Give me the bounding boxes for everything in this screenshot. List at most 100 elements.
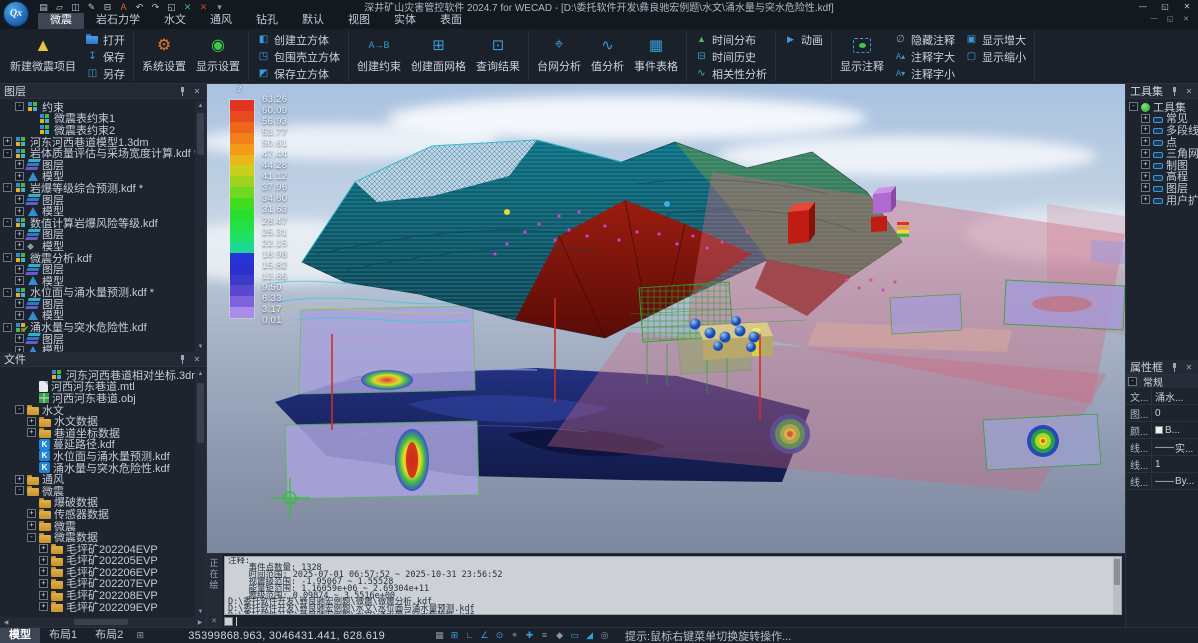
expand-toggle-icon[interactable]: - <box>3 288 12 297</box>
expand-toggle-icon[interactable]: + <box>1141 172 1150 181</box>
expand-toggle-icon[interactable]: + <box>15 172 24 181</box>
ribbon-button-保存[interactable]: ↧保存 <box>81 48 130 65</box>
expand-toggle-icon[interactable]: + <box>39 567 48 576</box>
expand-toggle-icon[interactable]: + <box>27 417 36 426</box>
property-row[interactable]: 颜...B... <box>1126 422 1198 439</box>
expand-toggle-icon[interactable]: + <box>1141 195 1150 204</box>
ribbon-button-系统设置[interactable]: ⚙系统设置 <box>137 31 191 76</box>
osnap-icon[interactable]: ⊙ <box>493 630 506 641</box>
property-value[interactable]: ——By... <box>1152 476 1198 487</box>
tree-item[interactable]: -水位面与涌水量预测.kdf * <box>0 287 206 299</box>
expand-toggle-icon[interactable]: + <box>1141 137 1150 146</box>
scroll-down-icon[interactable]: ▼ <box>195 342 206 352</box>
ribbon-button-创建面网格[interactable]: ⊞创建面网格 <box>406 31 471 76</box>
redo-icon[interactable]: ↷ <box>148 1 163 13</box>
layers-scrollbar[interactable]: ▲ ▼ <box>195 101 206 352</box>
section-plane-lower[interactable] <box>285 421 479 499</box>
tree-item[interactable]: +传感器数据 <box>0 508 206 520</box>
tree-item[interactable]: -微震 <box>0 485 206 497</box>
expand-toggle-icon[interactable]: + <box>39 579 48 588</box>
layout-tab-布局2[interactable]: 布局2 <box>86 628 132 643</box>
expand-toggle-icon[interactable]: - <box>1129 102 1138 111</box>
ribbon-button-注释字大[interactable]: A▴注释字大 <box>889 48 960 65</box>
expand-toggle-icon[interactable]: - <box>3 149 12 158</box>
ribbon-button-时间分布[interactable]: ▲时间分布 <box>690 31 772 48</box>
new-layout-icon[interactable]: ⊞ <box>132 630 148 641</box>
files-horizontal-scrollbar[interactable]: ◀ ▶ <box>0 617 206 627</box>
expand-toggle-icon[interactable]: + <box>27 428 36 437</box>
expand-toggle-icon[interactable]: + <box>15 195 24 204</box>
new-file-icon[interactable]: ▤ <box>36 1 51 13</box>
tree-item[interactable]: +模型 <box>0 344 206 352</box>
scroll-right-icon[interactable]: ▶ <box>194 619 206 626</box>
pin-icon[interactable] <box>178 355 187 364</box>
minimize-icon[interactable]: — <box>1132 0 1154 13</box>
doc-restore-icon[interactable]: ◱ <box>1162 15 1178 23</box>
command-scrollbar[interactable] <box>1113 557 1121 614</box>
close-teal-icon[interactable]: ✕ <box>180 1 195 13</box>
model-paper-icon[interactable]: ▦ <box>433 630 446 641</box>
expand-toggle-icon[interactable]: - <box>15 102 24 111</box>
expand-toggle-icon[interactable]: - <box>3 253 12 262</box>
tree-item[interactable]: +毛坪矿202209EVP <box>0 601 206 613</box>
expand-toggle-icon[interactable]: + <box>15 475 24 484</box>
expand-toggle-icon[interactable]: + <box>1141 160 1150 169</box>
doc-minimize-icon[interactable]: — <box>1146 15 1162 23</box>
close-icon[interactable]: ✕ <box>192 355 202 364</box>
property-row[interactable]: 线...1 <box>1126 456 1198 473</box>
toolbar-more-icon[interactable]: ▾ <box>212 1 227 13</box>
ribbon-button-查询结果[interactable]: ⊡查询结果 <box>471 31 525 76</box>
property-value[interactable]: 涌水... <box>1152 389 1198 404</box>
ribbon-button-另存[interactable]: ◫另存 <box>81 65 130 82</box>
expand-toggle-icon[interactable]: - <box>15 486 24 495</box>
layout-tab-布局1[interactable]: 布局1 <box>40 628 86 643</box>
expand-toggle-icon[interactable]: + <box>15 207 24 216</box>
undo-icon[interactable]: ↶ <box>132 1 147 13</box>
expand-toggle-icon[interactable]: + <box>3 137 12 146</box>
tree-item[interactable]: -岩爆等级综合预测.kdf * <box>0 182 206 194</box>
property-value[interactable]: 0 <box>1152 408 1198 419</box>
expand-toggle-icon[interactable]: + <box>39 602 48 611</box>
expand-toggle-icon[interactable]: + <box>15 230 24 239</box>
command-input[interactable] <box>224 615 1122 627</box>
section-plane-upper[interactable] <box>299 306 475 394</box>
pin-icon[interactable] <box>1170 363 1179 372</box>
group-collapse-icon[interactable]: - <box>1128 377 1137 386</box>
property-row[interactable]: 线...——实... <box>1126 439 1198 456</box>
tree-item[interactable]: -岩体质量评估与采场宽度计算.kdf * <box>0 147 206 159</box>
expand-toggle-icon[interactable]: + <box>1141 125 1150 134</box>
tree-item[interactable]: +用户扩展 <box>1126 194 1198 206</box>
ribbon-button-显示注释[interactable]: 显示注释 <box>835 31 889 76</box>
ribbon-button-新建微震项目[interactable]: ▲新建微震项目 <box>5 31 81 76</box>
edit-file-icon[interactable]: ✎ <box>84 1 99 13</box>
tree-item[interactable]: +涌水量与突水危险性.kdf <box>0 462 206 474</box>
property-value[interactable]: ——实... <box>1152 440 1198 455</box>
close-icon[interactable]: ✕ <box>192 87 202 96</box>
expand-toggle-icon[interactable]: + <box>1141 149 1150 158</box>
ribbon-button-值分析[interactable]: ∿值分析 <box>586 31 629 76</box>
pin-icon[interactable] <box>1170 87 1179 96</box>
expand-toggle-icon[interactable]: + <box>15 334 24 343</box>
property-value[interactable]: B... <box>1152 425 1198 436</box>
close-red-icon[interactable]: ✕ <box>196 1 211 13</box>
ribbon-button-相关性分析[interactable]: ∿相关性分析 <box>690 65 772 82</box>
layout-tab-模型[interactable]: 模型 <box>0 628 40 643</box>
restore-icon[interactable]: ◱ <box>1154 0 1176 13</box>
viewport-box-icon[interactable]: ◱ <box>164 1 179 13</box>
expand-toggle-icon[interactable]: - <box>15 405 24 414</box>
ribbon-button-显示增大[interactable]: ▣显示增大 <box>960 31 1031 48</box>
viewport-canvas[interactable] <box>207 84 1125 553</box>
scroll-up-icon[interactable]: ▲ <box>195 101 206 111</box>
close-icon[interactable]: ✕ <box>211 617 217 625</box>
expand-toggle-icon[interactable]: + <box>1141 114 1150 123</box>
print-icon[interactable]: ⊟ <box>100 1 115 13</box>
ribbon-button-隐藏注释[interactable]: ∅隐藏注释 <box>889 31 960 48</box>
expand-toggle-icon[interactable]: + <box>15 311 24 320</box>
command-output[interactable]: 注释: 事件点数量: 1328 时间范围: 2025-07-01 06:57:5… <box>224 556 1122 615</box>
expand-toggle-icon[interactable]: + <box>15 160 24 169</box>
tree-item[interactable]: +图层 <box>0 263 206 275</box>
property-row[interactable]: 图...0 <box>1126 405 1198 422</box>
expand-toggle-icon[interactable]: + <box>15 276 24 285</box>
expand-toggle-icon[interactable]: + <box>15 241 24 250</box>
expand-toggle-icon[interactable]: + <box>15 265 24 274</box>
